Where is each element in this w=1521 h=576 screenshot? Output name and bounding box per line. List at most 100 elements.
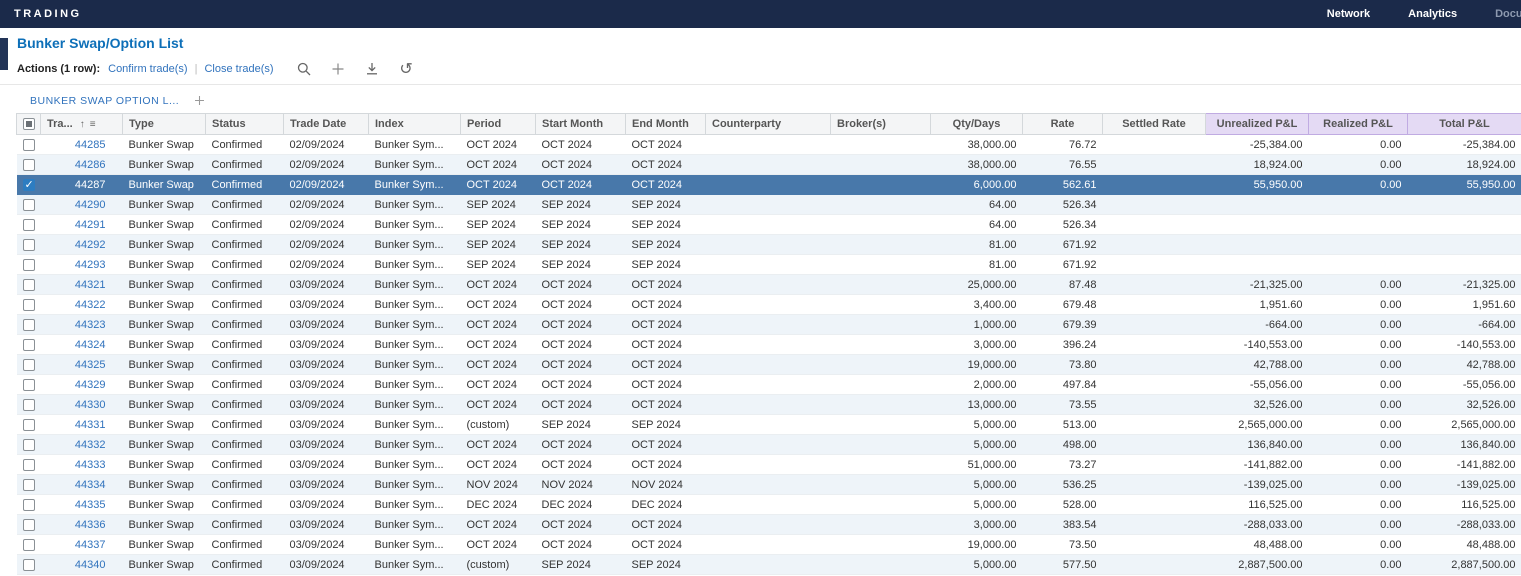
trade-id-link[interactable]: 44323: [41, 315, 123, 335]
row-checkbox[interactable]: [23, 519, 35, 531]
trade-id-link[interactable]: 44330: [41, 395, 123, 415]
row-checkbox[interactable]: [23, 339, 35, 351]
row-checkbox-cell[interactable]: [17, 155, 41, 175]
table-row[interactable]: 44285Bunker SwapConfirmed02/09/2024Bunke…: [17, 135, 1521, 155]
table-row[interactable]: 44324Bunker SwapConfirmed03/09/2024Bunke…: [17, 335, 1521, 355]
table-row[interactable]: 44335Bunker SwapConfirmed03/09/2024Bunke…: [17, 495, 1521, 515]
column-header-unrealized-pl[interactable]: Unrealized P&L: [1206, 114, 1309, 135]
row-checkbox-cell[interactable]: [17, 435, 41, 455]
row-checkbox-cell[interactable]: [17, 375, 41, 395]
table-row[interactable]: 44334Bunker SwapConfirmed03/09/2024Bunke…: [17, 475, 1521, 495]
row-checkbox[interactable]: [23, 159, 35, 171]
export-download-icon[interactable]: [364, 60, 381, 77]
trade-id-link[interactable]: 44332: [41, 435, 123, 455]
row-checkbox-cell[interactable]: [17, 555, 41, 575]
row-checkbox-cell[interactable]: [17, 415, 41, 435]
trade-id-link[interactable]: 44336: [41, 515, 123, 535]
column-header-total-pl[interactable]: Total P&L: [1408, 114, 1521, 135]
row-checkbox-cell[interactable]: [17, 495, 41, 515]
table-row[interactable]: 44323Bunker SwapConfirmed03/09/2024Bunke…: [17, 315, 1521, 335]
table-row[interactable]: 44293Bunker SwapConfirmed02/09/2024Bunke…: [17, 255, 1521, 275]
row-checkbox[interactable]: [23, 299, 35, 311]
trade-id-link[interactable]: 44334: [41, 475, 123, 495]
select-all-checkbox-cell[interactable]: [17, 114, 41, 135]
row-checkbox-cell[interactable]: [17, 135, 41, 155]
row-checkbox-cell[interactable]: [17, 235, 41, 255]
row-checkbox[interactable]: [23, 279, 35, 291]
row-checkbox-cell[interactable]: [17, 335, 41, 355]
row-checkbox[interactable]: [23, 179, 35, 191]
table-row[interactable]: 44340Bunker SwapConfirmed03/09/2024Bunke…: [17, 555, 1521, 575]
row-checkbox[interactable]: [23, 319, 35, 331]
trade-id-link[interactable]: 44324: [41, 335, 123, 355]
sort-ascending-icon[interactable]: ↑: [80, 119, 85, 130]
row-checkbox-cell[interactable]: [17, 315, 41, 335]
table-row[interactable]: 44329Bunker SwapConfirmed03/09/2024Bunke…: [17, 375, 1521, 395]
column-header-counterparty[interactable]: Counterparty: [706, 114, 831, 135]
row-checkbox-cell[interactable]: [17, 535, 41, 555]
column-header-type[interactable]: Type: [123, 114, 206, 135]
row-checkbox-cell[interactable]: [17, 195, 41, 215]
column-header-settled-rate[interactable]: Settled Rate: [1103, 114, 1206, 135]
add-row-icon[interactable]: [330, 60, 347, 77]
nav-item-analytics[interactable]: Analytics: [1408, 8, 1457, 20]
row-checkbox-cell[interactable]: [17, 295, 41, 315]
row-checkbox[interactable]: [23, 459, 35, 471]
row-checkbox-cell[interactable]: [17, 175, 41, 195]
table-row[interactable]: 44332Bunker SwapConfirmed03/09/2024Bunke…: [17, 435, 1521, 455]
row-checkbox-cell[interactable]: [17, 255, 41, 275]
trade-id-link[interactable]: 44340: [41, 555, 123, 575]
row-checkbox[interactable]: [23, 359, 35, 371]
table-row[interactable]: 44286Bunker SwapConfirmed02/09/2024Bunke…: [17, 155, 1521, 175]
row-checkbox-cell[interactable]: [17, 275, 41, 295]
row-checkbox[interactable]: [23, 439, 35, 451]
table-row[interactable]: 44291Bunker SwapConfirmed02/09/2024Bunke…: [17, 215, 1521, 235]
row-checkbox[interactable]: [23, 419, 35, 431]
row-checkbox[interactable]: [23, 559, 35, 571]
table-row[interactable]: 44321Bunker SwapConfirmed03/09/2024Bunke…: [17, 275, 1521, 295]
confirm-trades-button[interactable]: Confirm trade(s): [108, 63, 187, 75]
column-header-rate[interactable]: Rate: [1023, 114, 1103, 135]
row-checkbox[interactable]: [23, 219, 35, 231]
row-checkbox-cell[interactable]: [17, 455, 41, 475]
table-row[interactable]: 44333Bunker SwapConfirmed03/09/2024Bunke…: [17, 455, 1521, 475]
column-header-start-month[interactable]: Start Month: [536, 114, 626, 135]
row-checkbox[interactable]: [23, 479, 35, 491]
row-checkbox-cell[interactable]: [17, 215, 41, 235]
nav-item-documents[interactable]: Documents: [1495, 8, 1521, 20]
trade-id-link[interactable]: 44322: [41, 295, 123, 315]
column-header-status[interactable]: Status: [206, 114, 284, 135]
row-checkbox-cell[interactable]: [17, 355, 41, 375]
column-header-brokers[interactable]: Broker(s): [831, 114, 931, 135]
trade-id-link[interactable]: 44325: [41, 355, 123, 375]
trade-id-link[interactable]: 44287: [41, 175, 123, 195]
column-header-period[interactable]: Period: [461, 114, 536, 135]
trade-id-link[interactable]: 44290: [41, 195, 123, 215]
column-menu-icon[interactable]: ≡: [90, 119, 96, 130]
trade-id-link[interactable]: 44321: [41, 275, 123, 295]
trade-id-link[interactable]: 44293: [41, 255, 123, 275]
add-view-icon[interactable]: [193, 94, 206, 107]
table-row[interactable]: 44290Bunker SwapConfirmed02/09/2024Bunke…: [17, 195, 1521, 215]
table-row[interactable]: 44292Bunker SwapConfirmed02/09/2024Bunke…: [17, 235, 1521, 255]
trade-id-link[interactable]: 44286: [41, 155, 123, 175]
trade-id-link[interactable]: 44292: [41, 235, 123, 255]
table-row[interactable]: 44336Bunker SwapConfirmed03/09/2024Bunke…: [17, 515, 1521, 535]
column-header-trade-date[interactable]: Trade Date: [284, 114, 369, 135]
grid-tab-bunker-swap-option-list[interactable]: BUNKER SWAP OPTION L...: [30, 95, 179, 107]
search-icon[interactable]: [296, 60, 313, 77]
trade-id-link[interactable]: 44291: [41, 215, 123, 235]
table-row[interactable]: 44331Bunker SwapConfirmed03/09/2024Bunke…: [17, 415, 1521, 435]
table-row[interactable]: 44287Bunker SwapConfirmed02/09/2024Bunke…: [17, 175, 1521, 195]
column-header-qty-days[interactable]: Qty/Days: [931, 114, 1023, 135]
collapsed-menu-handle[interactable]: [0, 38, 8, 70]
row-checkbox[interactable]: [23, 239, 35, 251]
trade-id-link[interactable]: 44335: [41, 495, 123, 515]
trade-id-link[interactable]: 44285: [41, 135, 123, 155]
column-header-end-month[interactable]: End Month: [626, 114, 706, 135]
close-trades-button[interactable]: Close trade(s): [204, 63, 273, 75]
trade-id-link[interactable]: 44331: [41, 415, 123, 435]
row-checkbox[interactable]: [23, 399, 35, 411]
column-header-index[interactable]: Index: [369, 114, 461, 135]
row-checkbox-cell[interactable]: [17, 515, 41, 535]
